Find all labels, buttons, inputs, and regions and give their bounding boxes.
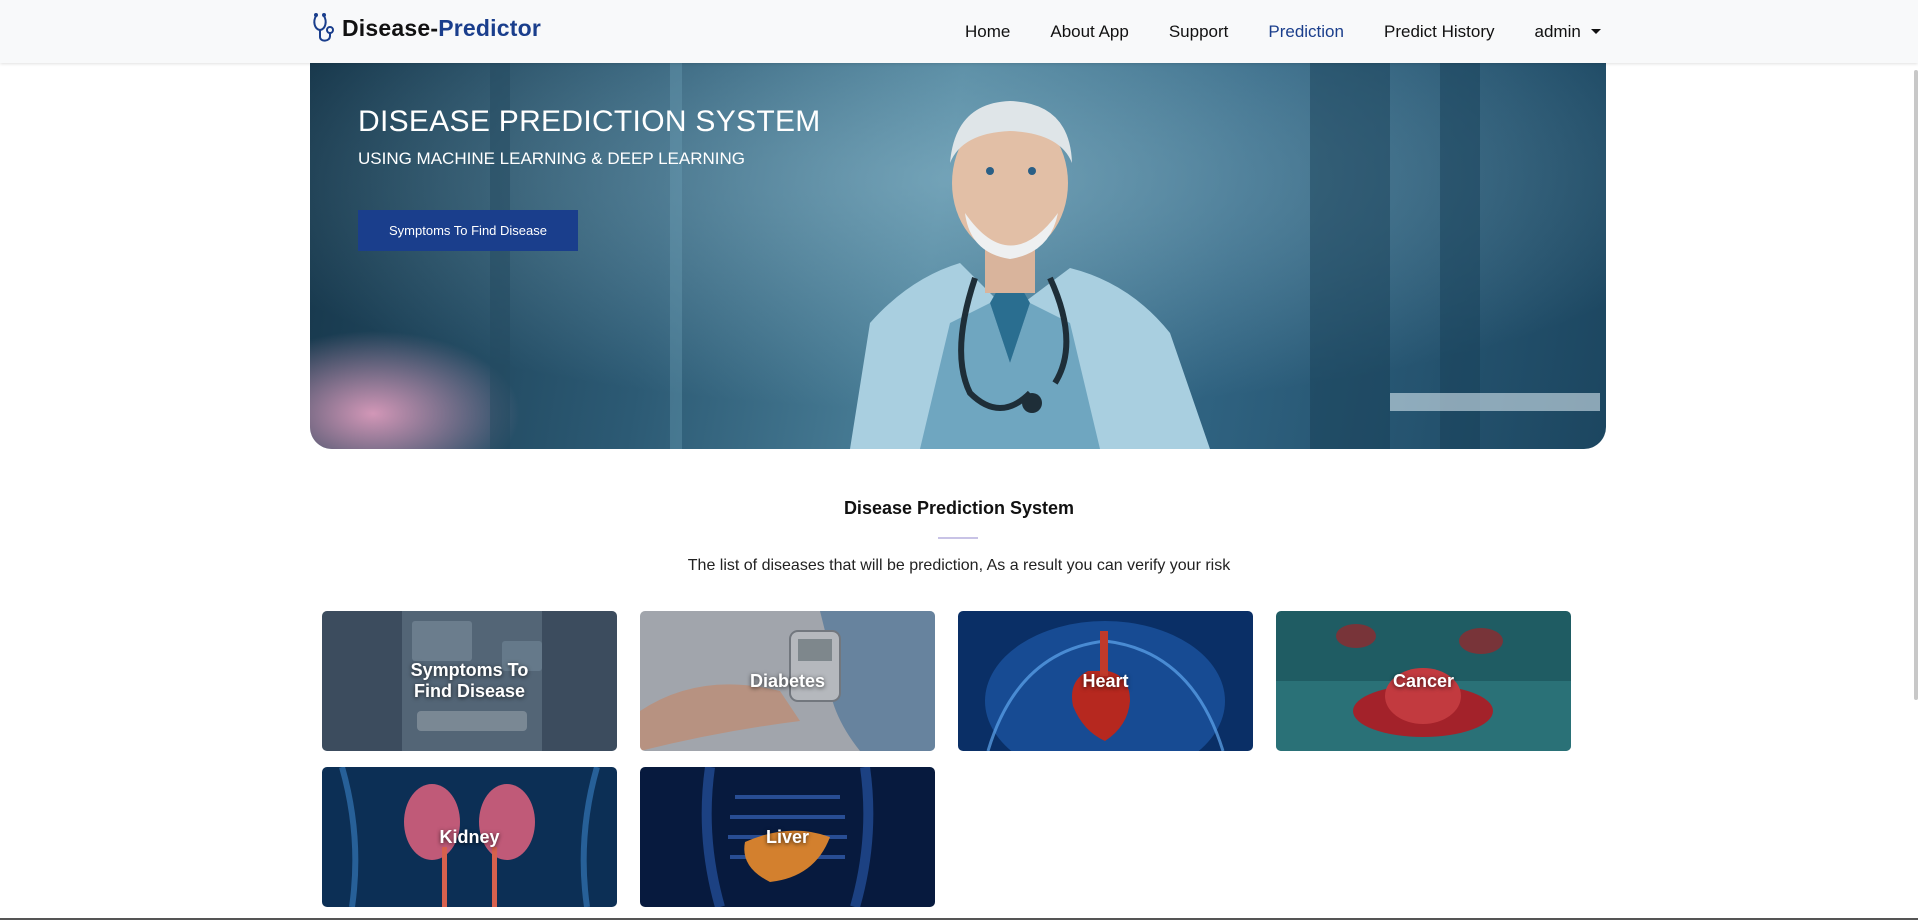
section-title: Disease Prediction System xyxy=(843,498,1075,518)
card-label-kidney-text: Kidney xyxy=(439,826,500,847)
disease-card-symptoms[interactable]: Symptoms To Find Disease xyxy=(322,611,617,751)
brand-name: Disease-Predictor xyxy=(342,15,541,42)
card-label-symptoms-text: Symptoms To Find Disease xyxy=(410,660,529,701)
card-label-cancer-text: Cancer xyxy=(1392,670,1455,691)
nav-prediction[interactable]: Prediction xyxy=(1268,22,1344,42)
nav-menu: Home About App Support Prediction Predic… xyxy=(965,0,1601,63)
hero-title: DISEASE PREDICTION SYSTEM xyxy=(358,105,821,138)
card-label-kidney: Kidney xyxy=(322,767,617,907)
section-description: The list of diseases that will be predic… xyxy=(687,557,1231,574)
page-scrollbar[interactable] xyxy=(1914,70,1918,700)
card-label-diabetes: Diabetes xyxy=(640,611,935,751)
nav-home[interactable]: Home xyxy=(965,22,1010,42)
card-label-liver-text: Liver xyxy=(765,826,810,847)
nav-about-app[interactable]: About App xyxy=(1050,22,1128,42)
section-divider xyxy=(938,537,978,539)
card-label-heart-text: Heart xyxy=(1082,670,1129,691)
user-dropdown[interactable]: admin xyxy=(1535,22,1601,42)
hero-banner: DISEASE PREDICTION SYSTEM USING MACHINE … xyxy=(310,63,1606,449)
hero-subtitle: USING MACHINE LEARNING & DEEP LEARNING xyxy=(358,149,745,168)
card-label-symptoms: Symptoms To Find Disease xyxy=(322,611,617,751)
navbar: Disease-Predictor Home About App Support… xyxy=(0,0,1918,63)
brand-name-part1: Disease- xyxy=(342,14,439,41)
card-label-diabetes-text: Diabetes xyxy=(749,670,826,691)
caret-down-icon xyxy=(1590,29,1601,34)
disease-card-liver[interactable]: Liver xyxy=(640,767,935,907)
symptoms-to-find-disease-button[interactable]: Symptoms To Find Disease xyxy=(358,210,578,251)
brand-logo-link[interactable]: Disease-Predictor xyxy=(310,10,541,46)
card-label-liver: Liver xyxy=(640,767,935,907)
nav-support[interactable]: Support xyxy=(1169,22,1229,42)
stethoscope-icon xyxy=(313,13,334,42)
card-label-heart: Heart xyxy=(958,611,1253,751)
brand-name-part2: Predictor xyxy=(438,14,541,41)
disease-card-kidney[interactable]: Kidney xyxy=(322,767,617,907)
disease-card-cancer[interactable]: Cancer xyxy=(1276,611,1571,751)
disease-card-heart[interactable]: Heart xyxy=(958,611,1253,751)
disease-card-diabetes[interactable]: Diabetes xyxy=(640,611,935,751)
card-label-cancer: Cancer xyxy=(1276,611,1571,751)
nav-predict-history[interactable]: Predict History xyxy=(1384,22,1495,42)
user-name: admin xyxy=(1534,21,1581,41)
